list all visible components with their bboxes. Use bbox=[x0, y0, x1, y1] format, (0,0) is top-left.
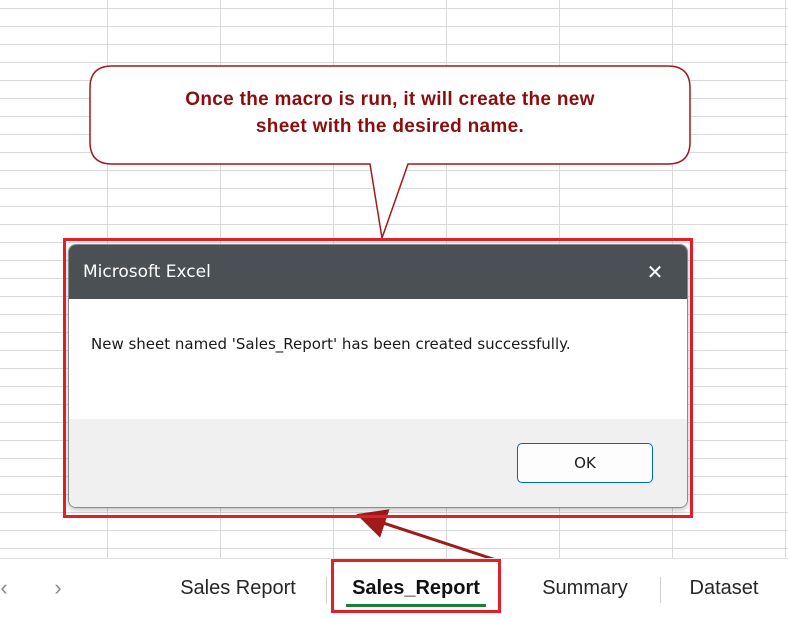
sheet-tab-dataset[interactable]: Dataset bbox=[668, 563, 780, 613]
sheet-tab-label: Summary bbox=[542, 576, 628, 599]
dialog-footer: OK bbox=[69, 419, 687, 507]
sheet-tab-bar: ‹ › Sales Report Sales_Report Summary Da… bbox=[0, 558, 788, 618]
close-icon[interactable]: ✕ bbox=[637, 254, 673, 290]
tab-divider bbox=[326, 577, 327, 603]
sheet-tab-label: Dataset bbox=[689, 576, 759, 599]
chevron-left-icon[interactable]: ‹ bbox=[0, 573, 16, 603]
dialog-title: Microsoft Excel bbox=[83, 262, 211, 282]
tab-divider bbox=[660, 577, 661, 603]
sheet-tab-label: Sales Report bbox=[180, 576, 296, 599]
chevron-right-icon[interactable]: › bbox=[46, 573, 70, 603]
sheet-tab-summary[interactable]: Summary bbox=[518, 563, 652, 613]
sheet-tab-label-active: Sales_Report bbox=[352, 576, 480, 599]
ok-button[interactable]: OK bbox=[517, 443, 653, 483]
message-box-dialog: Microsoft Excel ✕ New sheet named 'Sales… bbox=[68, 244, 688, 508]
active-tab-indicator bbox=[346, 604, 486, 607]
dialog-titlebar: Microsoft Excel ✕ bbox=[69, 245, 687, 299]
callout-line-1: Once the macro is run, it will create th… bbox=[185, 89, 595, 110]
sheet-tab-sales-report[interactable]: Sales Report bbox=[158, 563, 318, 613]
sheet-tab-sales-report-new[interactable]: Sales_Report bbox=[334, 563, 498, 613]
dialog-message: New sheet named 'Sales_Report' has been … bbox=[91, 335, 571, 353]
callout-text: Once the macro is run, it will create th… bbox=[96, 86, 684, 140]
dialog-body: New sheet named 'Sales_Report' has been … bbox=[69, 299, 687, 419]
callout-line-2: sheet with the desired name. bbox=[255, 116, 525, 137]
